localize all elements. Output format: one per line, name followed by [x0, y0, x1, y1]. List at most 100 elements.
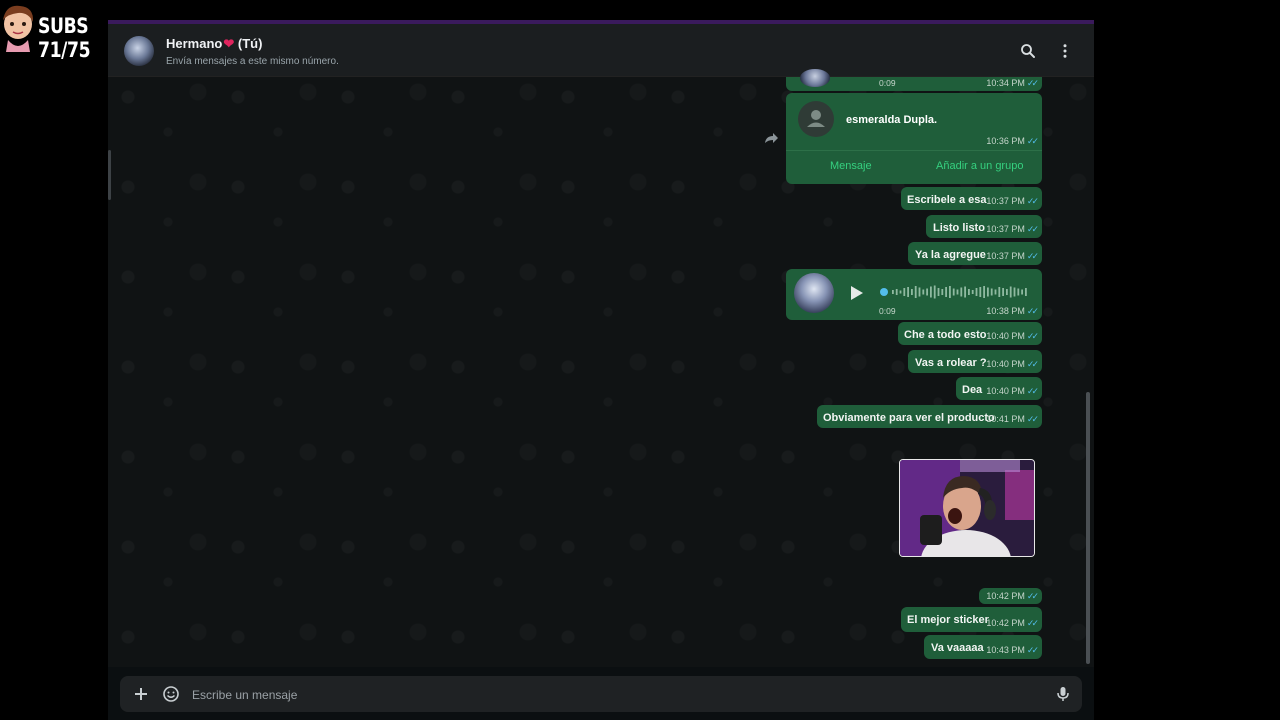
waveform-bar	[914, 286, 917, 298]
waveform-bar	[964, 286, 966, 298]
message-input[interactable]	[190, 676, 1044, 714]
message-text: Listo listo	[933, 222, 985, 234]
message-time: 10:37 PM ✓✓	[986, 224, 1039, 234]
read-ticks-icon: ✓✓	[1026, 136, 1039, 146]
waveform-bar	[926, 288, 928, 296]
waveform-bar	[975, 288, 978, 296]
message-bubble[interactable]: Dea 10:40 PM ✓✓	[956, 377, 1042, 400]
message-time: 10:43 PM ✓✓	[986, 645, 1039, 655]
menu-icon[interactable]	[1056, 42, 1074, 60]
read-ticks-icon: ✓✓	[1026, 414, 1039, 424]
message-time: 10:40 PM ✓✓	[986, 331, 1039, 341]
waveform-bar	[922, 289, 925, 295]
card-divider	[786, 150, 1042, 151]
message-bubble[interactable]: Va vaaaaa 10:43 PM ✓✓	[924, 635, 1042, 659]
read-ticks-icon: ✓✓	[1026, 331, 1039, 341]
chat-header[interactable]: Hermano❤ (Tú) Envía mensajes a este mism…	[108, 24, 1094, 77]
emoji-icon[interactable]	[162, 685, 180, 703]
message-bubble[interactable]: Listo listo 10:37 PM ✓✓	[926, 215, 1042, 238]
message-time: 10:36 PM ✓✓	[986, 136, 1039, 146]
read-ticks-icon: ✓✓	[1026, 359, 1039, 369]
message-time: 10:41 PM ✓✓	[986, 414, 1039, 424]
message-text: Che a todo esto	[904, 329, 987, 341]
message-bubble[interactable]: Che a todo esto 10:40 PM ✓✓	[898, 322, 1042, 345]
message-time: 10:40 PM ✓✓	[986, 386, 1039, 396]
read-ticks-icon: ✓✓	[1026, 196, 1039, 206]
forward-icon[interactable]	[763, 131, 779, 145]
waveform-bar	[960, 287, 963, 297]
waveform-bar	[979, 287, 982, 297]
stream-overlay: SUBS 71/75	[0, 0, 150, 62]
add-to-group-button[interactable]: Añadir a un grupo	[936, 160, 1023, 172]
message-time: 10:40 PM ✓✓	[986, 359, 1039, 369]
voice-duration: 0:09	[879, 78, 896, 88]
waveform-bar	[949, 286, 951, 298]
waveform-bar	[1013, 287, 1016, 297]
message-bubble[interactable]: El mejor sticker 10:42 PM ✓✓	[901, 607, 1042, 632]
waveform-bar	[903, 288, 906, 296]
read-ticks-icon: ✓✓	[1026, 251, 1039, 261]
waveform[interactable]	[880, 284, 1030, 300]
sticker-time-badge: 10:42 PM ✓✓	[979, 588, 1042, 604]
waveform-bar	[930, 286, 932, 298]
sticker-person	[900, 460, 1034, 556]
message-time: 10:37 PM ✓✓	[986, 251, 1039, 261]
waveform-bar	[933, 285, 936, 299]
message-text: Dea	[962, 384, 983, 396]
plus-icon[interactable]	[132, 685, 150, 703]
waveform-bar	[892, 290, 894, 294]
play-icon[interactable]	[848, 285, 864, 301]
contact-name[interactable]: Hermano❤ (Tú)	[166, 36, 262, 52]
voice-message[interactable]: 0:09 10:34 PM ✓✓	[786, 69, 1042, 91]
waveform-bar	[956, 289, 959, 295]
message-time: 10:38 PM ✓✓	[986, 306, 1039, 316]
message-text: Ya la agregue	[915, 249, 986, 261]
heart-icon: ❤	[223, 36, 235, 51]
contact-message-button[interactable]: Mensaje	[830, 160, 872, 172]
waveform-bar	[895, 289, 898, 295]
contact-card-avatar	[798, 101, 834, 137]
read-ticks-icon: ✓✓	[1026, 224, 1039, 234]
voice-duration: 0:09	[879, 306, 896, 316]
message-bubble[interactable]: Vas a rolear ? 10:40 PM ✓✓	[908, 350, 1042, 373]
message-bubble[interactable]: Escribele a esa 10:37 PM ✓✓	[901, 187, 1042, 210]
search-icon[interactable]	[1019, 42, 1037, 60]
read-ticks-icon: ✓✓	[1026, 591, 1039, 601]
waveform-bar	[968, 289, 970, 295]
subs-counter: SUBS 71/75	[38, 14, 91, 62]
waveform-bar	[952, 288, 955, 296]
mic-icon[interactable]	[1054, 685, 1072, 703]
chat-scrollbar[interactable]	[1086, 392, 1090, 664]
contact-card-name: esmeralda Dupla.	[846, 114, 938, 126]
message-text: El mejor sticker	[907, 614, 989, 626]
waveform-bar	[990, 288, 993, 296]
voice-message[interactable]: 0:09 10:38 PM ✓✓	[786, 269, 1042, 320]
message-time: 10:42 PM ✓✓	[986, 618, 1039, 628]
waveform-bar	[971, 290, 974, 294]
waveform-bar	[945, 287, 947, 297]
message-bubble[interactable]: Obviamente para ver el producto 10:41 PM…	[817, 405, 1042, 428]
waveform-bar	[937, 288, 940, 296]
waveform-bar	[983, 286, 985, 298]
message-text: Obviamente para ver el producto	[823, 412, 995, 424]
waveform-bar	[911, 289, 913, 295]
voice-avatar	[794, 273, 834, 313]
read-ticks-icon: ✓✓	[1026, 386, 1039, 396]
message-text: Vas a rolear ?	[915, 357, 987, 369]
message-bubble[interactable]: Ya la agregue 10:37 PM ✓✓	[908, 242, 1042, 265]
waveform-bar	[1025, 288, 1027, 296]
read-ticks-icon: ✓✓	[1026, 78, 1039, 88]
message-composer	[120, 676, 1082, 714]
waveform-bar	[1009, 286, 1012, 298]
waveform-bar	[994, 289, 997, 295]
waveform-bar	[907, 287, 909, 297]
left-scrollbar[interactable]	[108, 150, 111, 200]
message-text: Escribele a esa	[907, 194, 987, 206]
waveform-bar	[1021, 289, 1023, 295]
message-time: 10:34 PM ✓✓	[986, 78, 1039, 88]
sticker-image[interactable]	[899, 459, 1035, 557]
contact-card-message[interactable]: esmeralda Dupla. 10:36 PM ✓✓ Mensaje Añad…	[786, 93, 1042, 184]
contact-subtitle: Envía mensajes a este mismo número.	[166, 56, 339, 67]
waveform-bar	[918, 287, 921, 297]
message-time: 10:37 PM ✓✓	[986, 196, 1039, 206]
